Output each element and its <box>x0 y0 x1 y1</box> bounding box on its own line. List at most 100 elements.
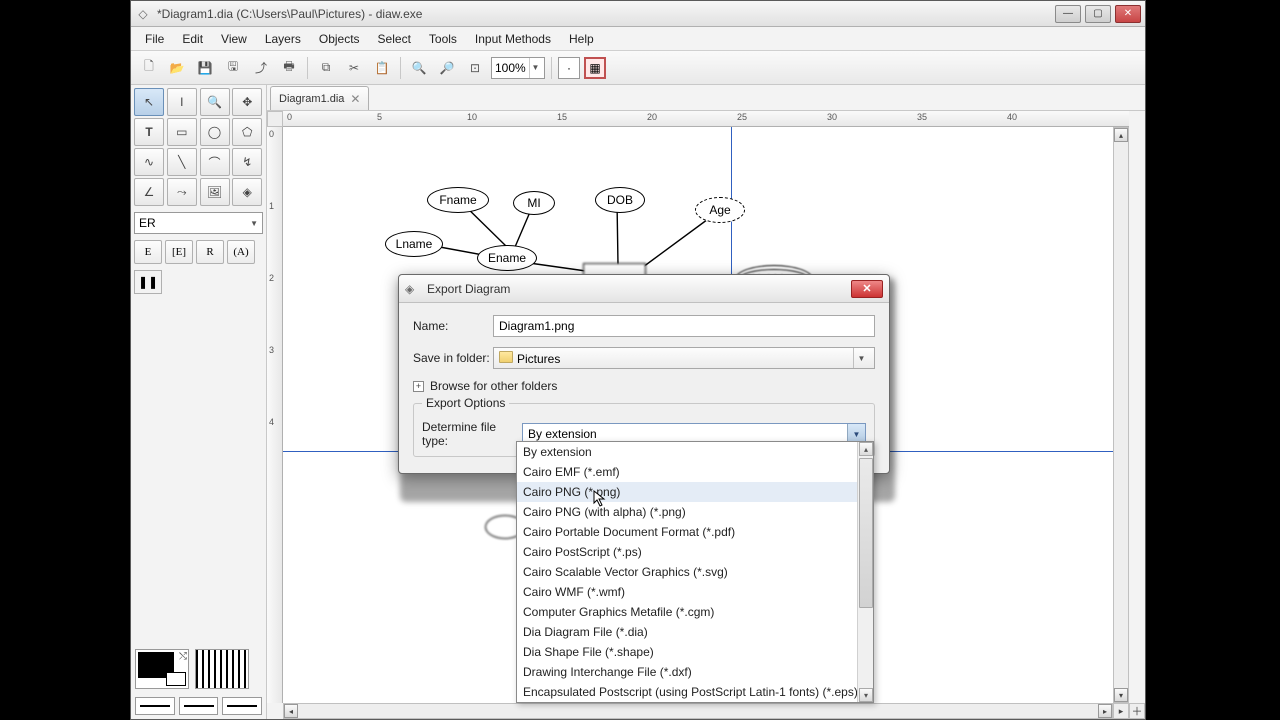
open-icon[interactable]: 📂 <box>165 56 189 80</box>
scroll-thumb[interactable] <box>859 458 873 608</box>
polyline-tool[interactable]: ∠ <box>134 178 164 206</box>
er-attribute[interactable]: Lname <box>385 231 443 257</box>
pan-tool[interactable]: ✥ <box>232 88 262 116</box>
er-attribute[interactable]: Fname <box>427 187 489 213</box>
filetype-option[interactable]: By extension <box>517 442 873 462</box>
er-relationship-tool[interactable]: R <box>196 240 224 264</box>
folder-selector[interactable]: Pictures▼ <box>493 347 875 369</box>
menu-input-methods[interactable]: Input Methods <box>467 29 559 49</box>
box-tool[interactable]: ▭ <box>167 118 197 146</box>
zoom-combo[interactable]: 100%▼ <box>491 57 545 79</box>
sheet-selector[interactable]: ER▼ <box>134 212 263 234</box>
maximize-button[interactable]: ▢ <box>1085 5 1111 23</box>
swap-colors-icon[interactable]: ⤭ <box>179 651 187 662</box>
menu-select[interactable]: Select <box>370 29 419 49</box>
scroll-left-icon[interactable]: ◂ <box>284 704 298 718</box>
close-button[interactable]: ✕ <box>1115 5 1141 23</box>
nav-arrow-icon[interactable]: ▸ <box>1113 703 1129 719</box>
menu-objects[interactable]: Objects <box>311 29 368 49</box>
name-input[interactable]: Diagram1.png <box>493 315 875 337</box>
filetype-option[interactable]: Cairo WMF (*.wmf) <box>517 582 873 602</box>
scroll-down-icon[interactable]: ▾ <box>1114 688 1128 702</box>
export-icon[interactable]: ⤴ <box>249 56 273 80</box>
text-tool[interactable]: T <box>134 118 164 146</box>
filetype-option[interactable]: Cairo PNG (*.png) <box>517 482 873 502</box>
horizontal-scrollbar[interactable]: ◂ ▸ <box>283 703 1113 719</box>
save-as-icon[interactable]: 🖫 <box>221 56 245 80</box>
filetype-label: Determine file type: <box>422 420 522 448</box>
print-icon[interactable]: 🖶 <box>277 56 301 80</box>
ellipse-tool[interactable]: ◯ <box>200 118 230 146</box>
er-attribute[interactable]: DOB <box>595 187 645 213</box>
menu-help[interactable]: Help <box>561 29 602 49</box>
copy-icon[interactable]: ⧉ <box>314 56 338 80</box>
menu-view[interactable]: View <box>213 29 255 49</box>
color-swatch[interactable]: ⤭ <box>135 649 189 689</box>
image-tool[interactable]: 🖼 <box>200 178 230 206</box>
nav-plus-icon[interactable]: ＋ <box>1129 703 1145 719</box>
menu-layers[interactable]: Layers <box>257 29 309 49</box>
pattern-swatch[interactable] <box>195 649 249 689</box>
snap-grid-toggle[interactable]: · <box>558 57 580 79</box>
new-icon[interactable]: 🗋 <box>137 56 161 80</box>
outline-tool[interactable]: ◈ <box>232 178 262 206</box>
minimize-button[interactable]: — <box>1055 5 1081 23</box>
pointer-tool[interactable]: ↖ <box>134 88 164 116</box>
filetype-option[interactable]: Cairo EMF (*.emf) <box>517 462 873 482</box>
vertical-scrollbar[interactable]: ▴ ▾ <box>1113 127 1129 703</box>
menu-edit[interactable]: Edit <box>174 29 211 49</box>
er-attribute-tool[interactable]: (A) <box>227 240 255 264</box>
er-participation-tool[interactable]: ❚❚ <box>134 270 162 294</box>
filetype-option[interactable]: Cairo Scalable Vector Graphics (*.svg) <box>517 562 873 582</box>
filetype-option[interactable]: Computer Graphics Metafile (*.cgm) <box>517 602 873 622</box>
filetype-option[interactable]: Dia Diagram File (*.dia) <box>517 622 873 642</box>
filetype-option[interactable]: Cairo PNG (with alpha) (*.png) <box>517 502 873 522</box>
zoom-in-icon[interactable]: 🔍 <box>407 56 431 80</box>
scroll-up-icon[interactable]: ▴ <box>859 442 873 456</box>
chevron-down-icon[interactable]: ▼ <box>529 58 541 78</box>
bezier-tool[interactable]: ∿ <box>134 148 164 176</box>
cut-icon[interactable]: ✂ <box>342 56 366 80</box>
browse-expander[interactable]: + Browse for other folders <box>413 379 875 393</box>
tab-close-icon[interactable]: ✕ <box>350 92 360 106</box>
snap-object-toggle[interactable]: ▦ <box>584 57 606 79</box>
arc-tool[interactable]: ⌒ <box>200 148 230 176</box>
dialog-icon: ◈ <box>405 282 421 296</box>
toolbox: ↖ I 🔍 ✥ T ▭ ◯ ⬠ ∿ ╲ ⌒ ↯ ∠ ⤳ 🖼 ◈ ER▼ E [E… <box>131 85 267 719</box>
line-end-selector[interactable] <box>222 697 262 715</box>
tab-label: Diagram1.dia <box>279 93 344 105</box>
document-tab[interactable]: Diagram1.dia ✕ <box>270 86 369 110</box>
line-tool[interactable]: ╲ <box>167 148 197 176</box>
filetype-option[interactable]: Cairo PostScript (*.ps) <box>517 542 873 562</box>
filetype-option[interactable]: Dia Shape File (*.shape) <box>517 642 873 662</box>
dialog-close-button[interactable]: ✕ <box>851 280 883 298</box>
dropdown-scrollbar[interactable]: ▴ ▾ <box>857 442 873 702</box>
chevron-down-icon[interactable]: ▼ <box>853 348 869 368</box>
zoom-tool[interactable]: 🔍 <box>200 88 230 116</box>
line-start-selector[interactable] <box>179 697 219 715</box>
scroll-up-icon[interactable]: ▴ <box>1114 128 1128 142</box>
text-edit-tool[interactable]: I <box>167 88 197 116</box>
paste-icon[interactable]: 📋 <box>370 56 394 80</box>
menu-tools[interactable]: Tools <box>421 29 465 49</box>
save-icon[interactable]: 💾 <box>193 56 217 80</box>
er-attribute[interactable]: Ename <box>477 245 537 271</box>
polygon-tool[interactable]: ⬠ <box>232 118 262 146</box>
menu-file[interactable]: File <box>137 29 172 49</box>
line-width-selector[interactable] <box>135 697 175 715</box>
filetype-option[interactable]: Cairo Portable Document Format (*.pdf) <box>517 522 873 542</box>
filetype-option[interactable]: Encapsulated Postscript (using PostScrip… <box>517 682 873 702</box>
separator <box>400 57 401 79</box>
bezier-line-tool[interactable]: ⤳ <box>167 178 197 206</box>
er-derived-attribute[interactable]: Age <box>695 197 745 223</box>
zoom-fit-icon[interactable]: ⊡ <box>463 56 487 80</box>
dialog-title: Export Diagram <box>427 282 851 296</box>
zoom-out-icon[interactable]: 🔎 <box>435 56 459 80</box>
er-entity-tool[interactable]: E <box>134 240 162 264</box>
zigzag-tool[interactable]: ↯ <box>232 148 262 176</box>
scroll-right-icon[interactable]: ▸ <box>1098 704 1112 718</box>
filetype-option[interactable]: Drawing Interchange File (*.dxf) <box>517 662 873 682</box>
scroll-down-icon[interactable]: ▾ <box>859 688 873 702</box>
er-weak-entity-tool[interactable]: [E] <box>165 240 193 264</box>
er-attribute[interactable]: MI <box>513 191 555 215</box>
